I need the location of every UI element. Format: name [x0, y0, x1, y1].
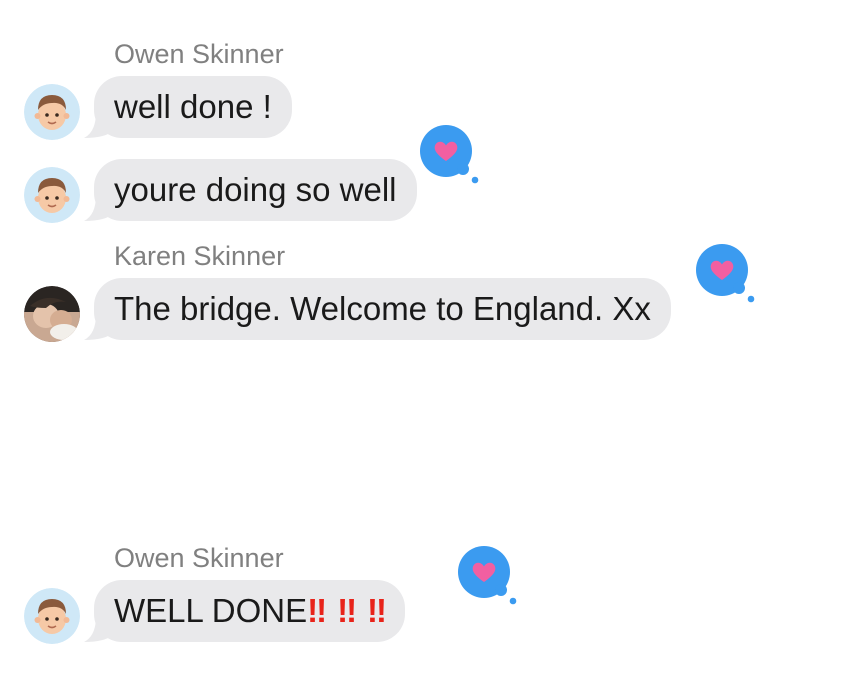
- heart-tapback-icon[interactable]: [418, 124, 480, 186]
- double-exclamation-emoji: ‼: [307, 592, 327, 629]
- sender-name: Owen Skinner: [114, 39, 284, 69]
- message-bubble[interactable]: youre doing so well: [94, 159, 417, 221]
- message-bubble[interactable]: well done !: [94, 76, 292, 138]
- heart-tapback-icon[interactable]: [456, 545, 518, 607]
- message-bubble[interactable]: WELL DONE‼ ‼ ‼: [94, 580, 405, 642]
- memoji-avatar-icon[interactable]: [24, 84, 80, 140]
- message-bubble[interactable]: The bridge. Welcome to England. Xx: [94, 278, 671, 340]
- sender-name: Owen Skinner: [114, 543, 284, 573]
- memoji-avatar-icon[interactable]: [24, 167, 80, 223]
- double-exclamation-emoji: ‼: [337, 592, 357, 629]
- message-text: WELL DONE: [114, 592, 308, 629]
- sender-name: Karen Skinner: [114, 241, 286, 271]
- photo-avatar-icon[interactable]: [24, 286, 80, 342]
- message-thread: Owen Skinner well done ! youre doing so …: [0, 0, 854, 676]
- heart-tapback-icon[interactable]: [694, 243, 756, 305]
- double-exclamation-emoji: ‼: [367, 592, 387, 629]
- memoji-avatar-icon[interactable]: [24, 588, 80, 644]
